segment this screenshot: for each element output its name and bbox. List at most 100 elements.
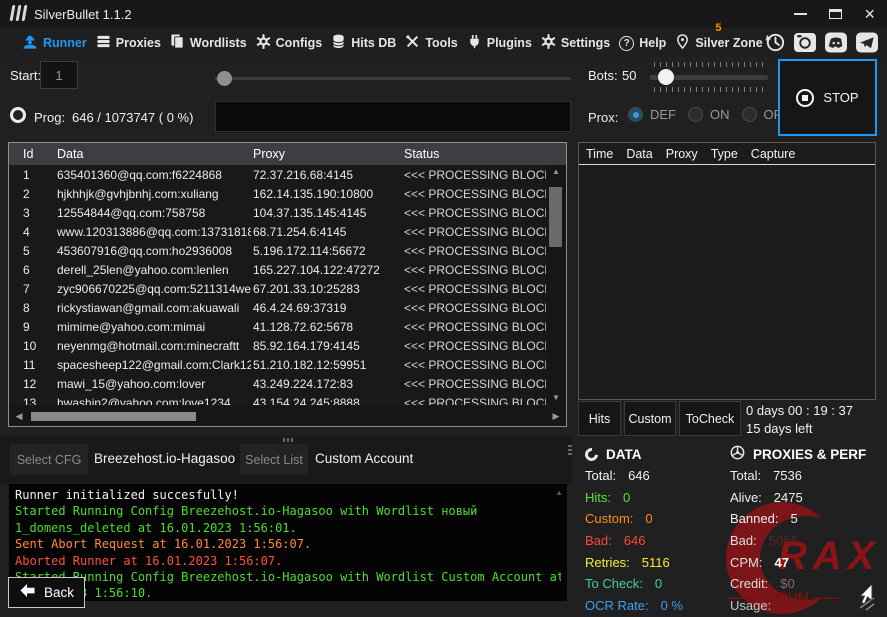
bots-label: Bots: (588, 68, 618, 83)
stat-row: CPM:47 (730, 551, 887, 573)
map-pin-icon (675, 34, 690, 52)
maximize-button[interactable] (829, 9, 842, 19)
table-row[interactable]: 9mimime@yahoo.com:mimai41.128.72.62:5678… (9, 317, 548, 336)
start-input[interactable] (40, 61, 78, 89)
stop-icon (796, 89, 814, 107)
table-row[interactable]: 10neyenmg@hotmail.com:minecraftt85.92.16… (9, 336, 548, 355)
menu-item-runner[interactable]: Runner (22, 34, 87, 53)
table-row[interactable]: 2hjkhhjk@gvhjbnhj.com:xuliang162.14.135.… (9, 184, 548, 203)
vertical-scrollbar[interactable]: ▲ ▼ (546, 165, 566, 405)
column-header-status[interactable]: Status (396, 147, 546, 161)
column-header-time[interactable]: Time (586, 147, 613, 161)
select-cfg-button[interactable]: Select CFG (10, 444, 88, 475)
menu-item-tools[interactable]: Tools (405, 34, 457, 52)
table-row[interactable]: 12mawi_15@yahoo.com:lover43.249.224.172:… (9, 374, 548, 393)
select-list-button[interactable]: Select List (240, 444, 308, 475)
menu-label: Tools (425, 36, 457, 50)
row-proxy: 72.37.216.68:4145 (251, 168, 396, 182)
menu-label: Settings (561, 36, 610, 50)
row-status: <<< PROCESSING BLOCK (396, 339, 546, 353)
slider-thumb[interactable] (217, 71, 232, 86)
table-row[interactable]: 6derell_25len@yahoo.com:lenlen165.227.10… (9, 260, 548, 279)
camera-icon[interactable] (793, 32, 817, 53)
prog-radio[interactable] (10, 107, 26, 123)
menu-label: Wordlists (190, 36, 247, 50)
row-status: <<< PROCESSING BLOCK (396, 206, 546, 220)
start-position-slider[interactable] (215, 70, 571, 86)
row-data: hwashin2@yahoo.com:love1234 (49, 396, 251, 406)
menu-label: Runner (43, 36, 87, 50)
table-row[interactable]: 13hwashin2@yahoo.com:love123443.154.24.2… (9, 393, 548, 405)
scrollbar-thumb[interactable] (549, 187, 562, 247)
table-row[interactable]: 8rickystiawan@gmail.com:akuawali46.4.24.… (9, 298, 548, 317)
stop-button[interactable]: STOP (778, 59, 877, 136)
config-bar: Select CFG Breezehost.io-Hagasoo Select … (0, 437, 572, 483)
telegram-icon[interactable] (855, 32, 879, 53)
menu-item-settings[interactable]: Settings (541, 34, 610, 52)
prog-value: 646 / 1073747 ( 0 %) (72, 110, 193, 125)
scroll-up-arrow[interactable]: ▲ (555, 488, 563, 497)
column-header-proxy[interactable]: Proxy (251, 147, 396, 161)
table-row[interactable]: 5453607916@qq.com:ho29360085.196.172.114… (9, 241, 548, 260)
row-proxy: 165.227.104.122:47272 (251, 263, 396, 277)
scroll-down-arrow[interactable]: ▼ (546, 391, 566, 405)
help-icon (619, 36, 634, 51)
column-header-id[interactable]: Id (9, 147, 49, 161)
scrollbar-thumb[interactable] (31, 412, 196, 421)
horizontal-scrollbar[interactable]: ◀ ▶ (9, 406, 566, 426)
back-button[interactable]: Back (8, 577, 85, 608)
log-area[interactable]: ▲ Runner initialized succesfully!Started… (8, 483, 568, 602)
column-header-proxy[interactable]: Proxy (666, 147, 698, 161)
minimize-button[interactable] (794, 13, 807, 15)
discord-icon[interactable] (824, 32, 848, 53)
menu-item-hits-db[interactable]: Hits DB (331, 34, 396, 52)
tab-hits[interactable]: Hits (578, 401, 621, 436)
prox-radio-on[interactable]: ON (688, 107, 730, 122)
row-id: 8 (9, 301, 49, 315)
scroll-up-arrow[interactable]: ▲ (546, 165, 566, 179)
slider-thumb[interactable] (658, 69, 674, 85)
scroll-right-arrow[interactable]: ▶ (546, 406, 566, 426)
row-status: <<< PROCESSING BLOCK (396, 244, 546, 258)
table-row[interactable]: 312554844@qq.com:758758104.37.135.145:41… (9, 203, 548, 222)
column-header-data[interactable]: Data (49, 147, 251, 161)
scroll-left-arrow[interactable]: ◀ (9, 406, 29, 426)
prox-radio-def[interactable]: DEF (628, 107, 676, 122)
bots-slider[interactable] (650, 62, 768, 92)
log-line: Started Running Config Breezehost.io-Hag… (15, 569, 561, 585)
table-row[interactable]: 4www.120313886@qq.com:1373181868.71.254.… (9, 222, 548, 241)
runner-icon (22, 34, 38, 53)
table-row[interactable]: 11spacesheep122@gmail.com:Clark1251.210.… (9, 355, 548, 374)
row-data: 12554844@qq.com:758758 (49, 206, 251, 220)
splitter-grip[interactable] (283, 438, 295, 442)
stat-row: Total:646 (585, 465, 725, 487)
column-header-type[interactable]: Type (711, 147, 738, 161)
column-header-capture[interactable]: Capture (751, 147, 795, 161)
column-header-data[interactable]: Data (626, 147, 652, 161)
splitter-grip[interactable] (568, 443, 572, 455)
radio-dot (742, 107, 757, 122)
stat-row: To Check:0 (585, 573, 725, 595)
tab-custom[interactable]: Custom (624, 401, 676, 436)
menu-bar: Runner Proxies Wordlists Configs Hits DB… (0, 28, 887, 58)
log-line: 1_domens_deleted at 16.01.2023 1:56:01. (15, 520, 561, 536)
menu-item-plugins[interactable]: Plugins (467, 34, 532, 52)
close-button[interactable]: × (864, 5, 875, 23)
table-row[interactable]: 7zyc906670225@qq.com:5211314we67.201.33.… (9, 279, 548, 298)
proxies-icon (96, 34, 111, 52)
row-data: spacesheep122@gmail.com:Clark12 (49, 358, 251, 372)
menu-item-wordlists[interactable]: Wordlists (170, 34, 247, 52)
slider-track[interactable] (215, 77, 571, 81)
menu-item-proxies[interactable]: Proxies (96, 34, 161, 52)
menu-item-help[interactable]: Help (619, 36, 666, 51)
menu-label: Configs (276, 36, 323, 50)
row-data: derell_25len@yahoo.com:lenlen (49, 263, 251, 277)
tab-tocheck[interactable]: ToCheck (679, 401, 741, 436)
menu-label: Hits DB (351, 36, 396, 50)
row-proxy: 68.71.254.6:4145 (251, 225, 396, 239)
row-id: 6 (9, 263, 49, 277)
menu-item-silver-zone[interactable]: 5 Silver Zone (675, 34, 762, 52)
table-row[interactable]: 1635401360@qq.com:f622486872.37.216.68:4… (9, 165, 548, 184)
menu-item-configs[interactable]: Configs (256, 34, 323, 52)
history-icon[interactable] (763, 31, 786, 54)
